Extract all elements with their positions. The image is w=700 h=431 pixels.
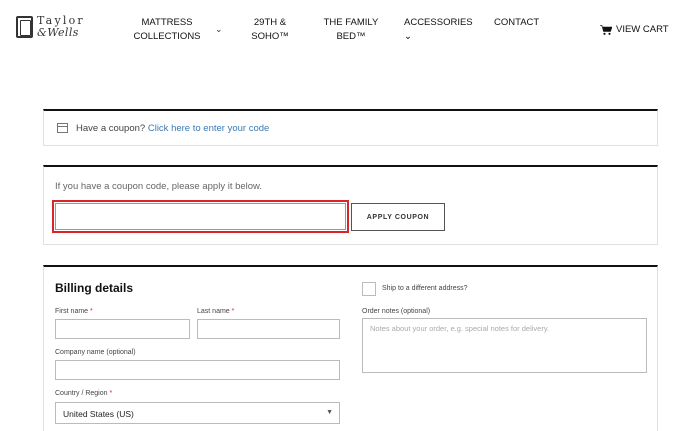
last-name-field[interactable] [197,319,340,339]
nav-family-bed[interactable]: THE FAMILY BED™ [318,16,384,44]
chevron-down-icon[interactable]: ⌄ [215,24,223,35]
required-mark: * [90,308,93,315]
first-name-label: First name * [55,308,93,315]
last-name-label-text: Last name [197,308,230,315]
company-name-field[interactable] [55,360,340,380]
cart-icon [600,24,612,35]
logo-mark-icon [16,16,33,38]
country-label: Country / Region * [55,390,112,397]
country-select[interactable]: United States (US) ▼ [55,402,340,424]
site-header: Taylor &Wells MATTRESS COLLECTIONS ⌄ 29T… [0,0,700,60]
site-logo[interactable]: Taylor &Wells [16,14,88,44]
required-mark: * [109,390,113,397]
nav-mattress-collections[interactable]: MATTRESS COLLECTIONS [130,16,204,44]
coupon-notice-question: Have a coupon? [76,123,146,134]
logo-text-line2: &Wells [37,26,79,39]
coupon-notice-text: Have a coupon? Click here to enter your … [76,123,269,134]
nav-29th-soho[interactable]: 29TH & SOHO™ [250,16,290,44]
order-notes-label: Order notes (optional) [362,308,431,315]
coupon-hint: If you have a coupon code, please apply … [55,181,263,192]
country-select-value: United States (US) [63,409,134,419]
company-name-label: Company name (optional) [55,349,136,356]
order-notes-input[interactable] [362,318,647,373]
nav-contact[interactable]: CONTACT [494,16,540,30]
ship-different-address-label[interactable]: Ship to a different address? [382,285,467,292]
chevron-down-icon: ⌄ [404,31,412,42]
enter-coupon-link[interactable]: Click here to enter your code [148,123,269,134]
coupon-notice: Have a coupon? Click here to enter your … [43,109,658,146]
billing-section: Billing details First name * Last name *… [43,265,658,431]
view-cart-label: VIEW CART [616,24,669,35]
coupon-notice-icon [57,123,68,133]
billing-title: Billing details [55,281,134,295]
coupon-form: If you have a coupon code, please apply … [43,165,658,245]
nav-accessories[interactable]: ACCESSORIES ⌄ [404,16,474,44]
first-name-field[interactable] [55,319,190,339]
coupon-code-input[interactable] [55,203,346,230]
first-name-label-text: First name [55,308,89,315]
nav-accessories-label: ACCESSORIES [404,17,473,28]
chevron-down-icon: ▼ [326,409,333,416]
country-label-text: Country / Region [55,390,108,397]
required-mark: * [231,308,235,315]
view-cart-link[interactable]: VIEW CART [600,24,669,35]
last-name-label: Last name * [197,308,234,315]
ship-different-address-checkbox[interactable] [362,282,376,296]
apply-coupon-button[interactable]: APPLY COUPON [351,203,445,231]
